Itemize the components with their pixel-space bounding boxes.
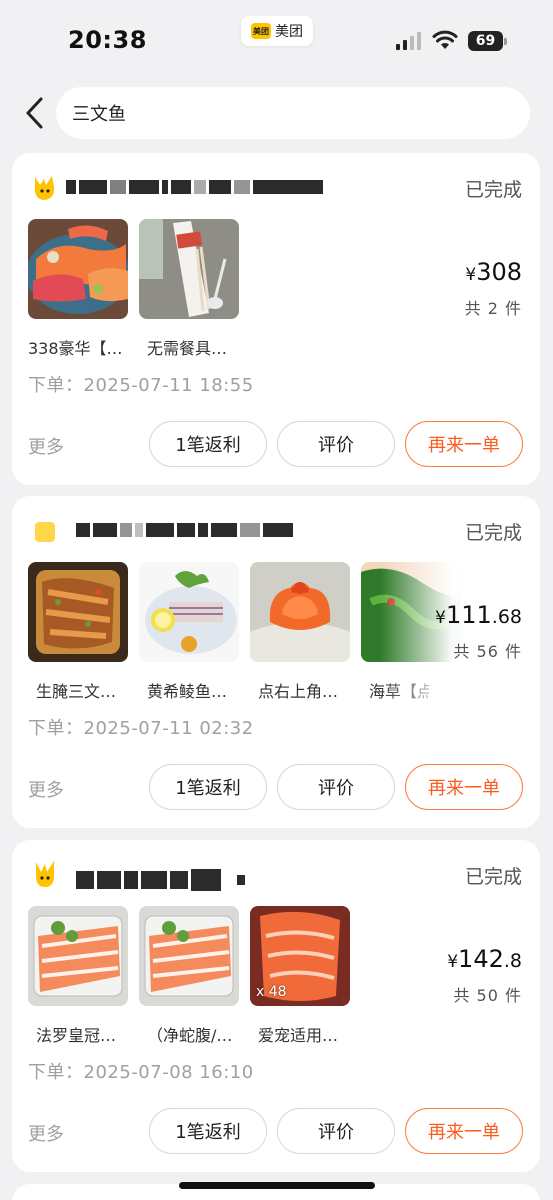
yellowtail-sashimi-image — [139, 562, 239, 662]
rebate-button[interactable]: 1笔返利 — [149, 1108, 267, 1154]
shop-name-redacted — [76, 869, 245, 891]
review-button[interactable]: 评价 — [277, 421, 395, 467]
order-item[interactable] — [28, 219, 128, 319]
order-item[interactable] — [139, 219, 239, 319]
price-block: ¥308 共 2 件 — [465, 258, 522, 319]
order-item[interactable] — [139, 906, 239, 1006]
more-link[interactable]: 更多 — [28, 776, 64, 802]
item-count: 共 50 件 — [453, 986, 522, 1005]
marinated-salmon-tray-image — [28, 562, 128, 662]
order-time: 下单：2025-07-11 18:55 — [28, 375, 254, 396]
item-label: 338豪华【… — [28, 339, 123, 358]
back-button[interactable] — [22, 96, 52, 130]
order-status: 已完成 — [464, 179, 522, 201]
shop-name-redacted — [66, 177, 323, 197]
salmon-slices-image: x 48 — [250, 906, 350, 1006]
item-label: （净蛇腹/… — [147, 1026, 233, 1045]
order-item[interactable] — [139, 562, 239, 662]
item-count: 共 56 件 — [453, 642, 522, 661]
app-name: 美团 — [275, 24, 303, 40]
shop-logo-icon — [36, 861, 54, 887]
order-item[interactable] — [28, 562, 128, 662]
shop-name-redacted — [76, 520, 293, 540]
item-quantity-badge: x 48 — [256, 984, 287, 1000]
chopsticks-package-image — [139, 219, 239, 319]
item-label: 法罗皇冠… — [36, 1026, 117, 1045]
review-button[interactable]: 评价 — [277, 1108, 395, 1154]
battery-icon: 69 — [468, 31, 508, 51]
item-label: 点右上角… — [258, 682, 339, 701]
price-block: ¥142.8 共 50 件 — [447, 945, 522, 1006]
reorder-button[interactable]: 再来一单 — [405, 1108, 523, 1154]
order-time: 下单：2025-07-11 02:32 — [28, 718, 254, 739]
battery-level: 69 — [468, 31, 503, 51]
more-link[interactable]: 更多 — [28, 433, 64, 459]
shop-logo-icon — [35, 522, 55, 542]
reorder-button[interactable]: 再来一单 — [405, 764, 523, 810]
order-card[interactable]: 已完成 — [12, 496, 540, 828]
sashimi-platter-image — [28, 219, 128, 319]
order-price: ¥142.8 — [447, 945, 522, 973]
order-status: 已完成 — [464, 866, 522, 888]
search-input[interactable]: 三文鱼 — [56, 87, 530, 139]
rebate-button[interactable]: 1笔返利 — [149, 764, 267, 810]
home-indicator[interactable] — [179, 1182, 375, 1189]
salmon-rose-image — [250, 562, 350, 662]
order-time: 下单：2025-07-08 16:10 — [28, 1062, 254, 1083]
order-card[interactable]: 已完成 — [12, 153, 540, 485]
item-label: 生腌三文… — [36, 682, 117, 701]
order-item[interactable]: x 48 — [250, 906, 350, 1006]
review-button[interactable]: 评价 — [277, 764, 395, 810]
item-label: 爱宠适用… — [258, 1026, 339, 1045]
order-price: ¥111.68 — [435, 601, 522, 629]
order-card[interactable]: 已完成 — [12, 840, 540, 1172]
app-indicator[interactable]: 美团 美团 — [241, 16, 313, 46]
wifi-icon — [432, 30, 458, 49]
order-status: 已完成 — [464, 522, 522, 544]
faroe-salmon-box-image — [139, 906, 239, 1006]
price-block: ¥111.68 共 56 件 — [435, 601, 522, 662]
shop-logo-icon — [34, 176, 55, 200]
item-count: 共 2 件 — [464, 299, 522, 318]
faroe-salmon-box-image — [28, 906, 128, 1006]
reorder-button[interactable]: 再来一单 — [405, 421, 523, 467]
status-time: 20:38 — [68, 26, 147, 54]
order-item[interactable] — [28, 906, 128, 1006]
item-label: 黄希鲮鱼… — [147, 682, 228, 701]
cellular-signal-icon — [396, 32, 422, 50]
item-label: 无需餐具… — [147, 339, 228, 358]
order-price: ¥308 — [465, 258, 522, 286]
meituan-logo-icon: 美团 — [251, 23, 271, 39]
rebate-button[interactable]: 1笔返利 — [149, 421, 267, 467]
more-link[interactable]: 更多 — [28, 1120, 64, 1146]
order-item[interactable] — [250, 562, 350, 662]
status-bar: 20:38 美团 美团 69 — [0, 0, 553, 80]
